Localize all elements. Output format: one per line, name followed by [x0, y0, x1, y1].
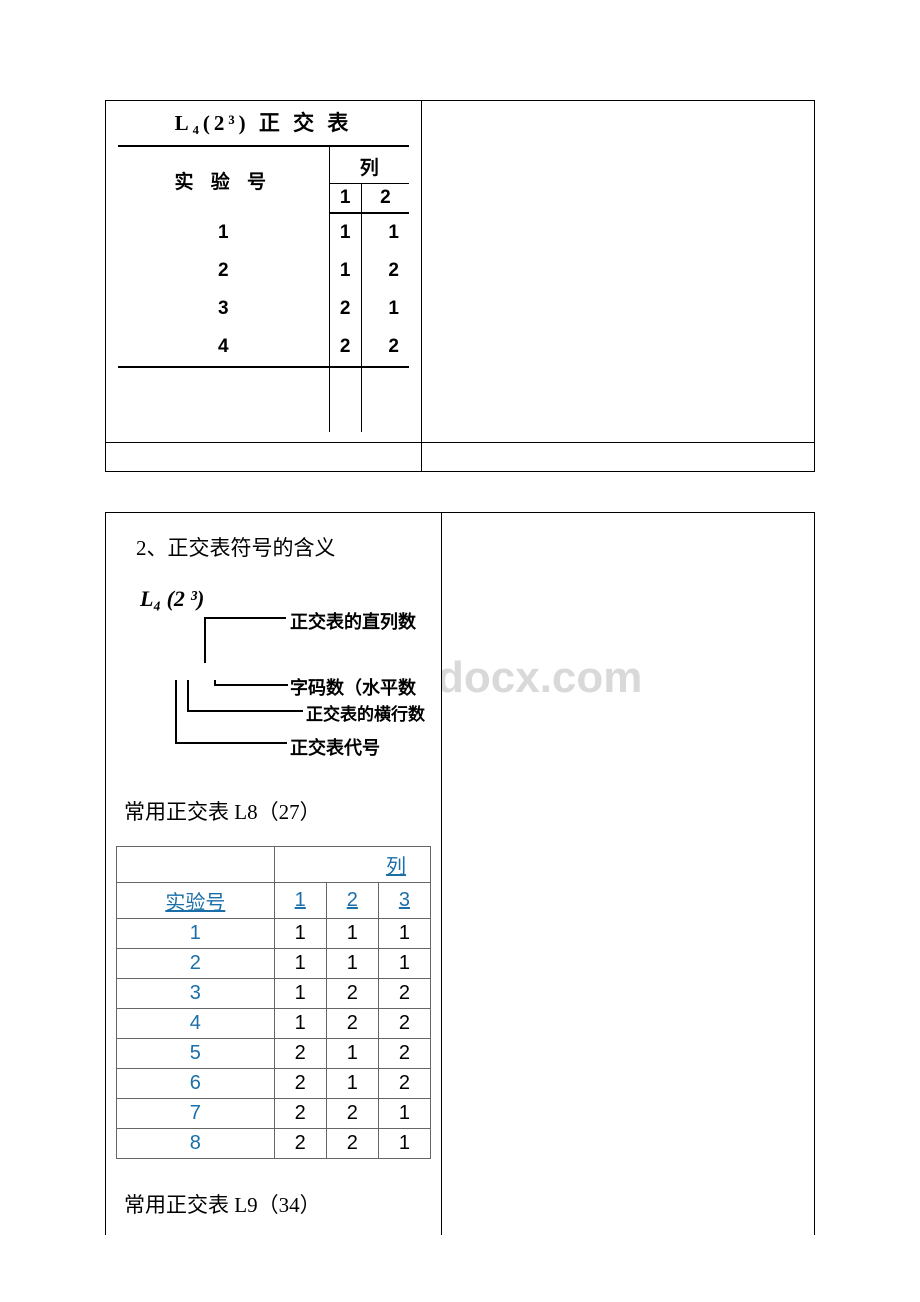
figure1-row-header: 实 验 号	[118, 146, 329, 213]
l8-r3-no: 3	[117, 979, 275, 1009]
document-page: L₄(2³) 正 交 表 实 验 号 列 1 2 1 1 1	[0, 0, 920, 1295]
figure1-r4-no: 4	[118, 328, 329, 367]
figure1-bottom-strip	[105, 443, 815, 472]
l8-r1-c3: 1	[378, 919, 430, 949]
figure1-table: 实 验 号 列 1 2 1 1 1 2 1 2	[118, 145, 409, 432]
section2-row: 2、正交表符号的含义 L₄ (2 ³) 正交表的直列数 字码数（水平数 正交表的…	[105, 512, 815, 1235]
l8-r2-c2: 1	[326, 949, 378, 979]
figure1-r2-c2: 2	[361, 252, 409, 290]
l8-r3-c2: 2	[326, 979, 378, 1009]
l8-r6-c2: 1	[326, 1069, 378, 1099]
l8-r7-no: 7	[117, 1099, 275, 1129]
figure1-row: L₄(2³) 正 交 表 实 验 号 列 1 2 1 1 1	[105, 100, 815, 443]
l8-row-header: 实验号	[117, 883, 275, 919]
l8-table: 列 实验号 1 2 3 1 1 1 1 2 1 1	[116, 846, 431, 1159]
watermark-text: docx.com	[442, 653, 642, 703]
l8-r3-c3: 2	[378, 979, 430, 1009]
notation-code-label: 正交表代号	[290, 734, 380, 760]
l8-r4-no: 4	[117, 1009, 275, 1039]
l8-r4-c1: 1	[274, 1009, 326, 1039]
l8-r3-c1: 1	[274, 979, 326, 1009]
l8-col-header: 列	[274, 847, 430, 883]
notation-levels-label: 字码数（水平数	[290, 674, 416, 700]
l8-r6-c3: 2	[378, 1069, 430, 1099]
l8-r5-c2: 1	[326, 1039, 378, 1069]
figure1-col-header: 列	[329, 146, 409, 184]
figure1-r1-c1: 1	[329, 213, 361, 252]
l8-r5-no: 5	[117, 1039, 275, 1069]
section2-right-cell: docx.com	[442, 513, 814, 1235]
figure1-r1-c2: 1	[361, 213, 409, 252]
l8-r5-c1: 2	[274, 1039, 326, 1069]
l8-r8-c2: 2	[326, 1129, 378, 1159]
section2-heading: 2、正交表符号的含义	[136, 532, 431, 562]
l8-col3: 3	[378, 883, 430, 919]
l9-title: 常用正交表 L9（34）	[124, 1189, 431, 1219]
figure1-title: L₄(2³) 正 交 表	[118, 107, 409, 137]
figure1-col1-label: 1	[329, 184, 361, 214]
l8-r2-c3: 1	[378, 949, 430, 979]
l8-r8-c3: 1	[378, 1129, 430, 1159]
figure1-r1-no: 1	[118, 213, 329, 252]
figure1-left-cell: L₄(2³) 正 交 表 实 验 号 列 1 2 1 1 1	[105, 100, 422, 443]
l8-r7-c3: 1	[378, 1099, 430, 1129]
l8-r8-no: 8	[117, 1129, 275, 1159]
l8-r4-c3: 2	[378, 1009, 430, 1039]
figure1-r3-c1: 2	[329, 290, 361, 328]
l8-r6-c1: 2	[274, 1069, 326, 1099]
l8-r2-no: 2	[117, 949, 275, 979]
section2-left-cell: 2、正交表符号的含义 L₄ (2 ³) 正交表的直列数 字码数（水平数 正交表的…	[106, 513, 442, 1235]
figure1-r3-c2: 1	[361, 290, 409, 328]
l8-col2: 2	[326, 883, 378, 919]
l8-r1-no: 1	[117, 919, 275, 949]
figure1-r2-c1: 1	[329, 252, 361, 290]
figure1-col2-label: 2	[361, 184, 409, 214]
notation-rows-label: 正交表的横行数	[306, 700, 425, 725]
l8-r6-no: 6	[117, 1069, 275, 1099]
figure1-right-empty-cell	[422, 100, 815, 443]
l8-r7-c1: 2	[274, 1099, 326, 1129]
figure1-r4-c2: 2	[361, 328, 409, 367]
figure1-r3-no: 3	[118, 290, 329, 328]
l8-col1: 1	[274, 883, 326, 919]
notation-columns-label: 正交表的直列数	[290, 608, 416, 634]
notation-diagram: L₄ (2 ³) 正交表的直列数 字码数（水平数 正交表的横行数 正交表代号	[140, 586, 431, 766]
l8-r1-c2: 1	[326, 919, 378, 949]
l8-r2-c1: 1	[274, 949, 326, 979]
l8-r1-c1: 1	[274, 919, 326, 949]
figure1-r2-no: 2	[118, 252, 329, 290]
figure1-content: L₄(2³) 正 交 表 实 验 号 列 1 2 1 1 1	[106, 101, 421, 442]
l8-r8-c1: 2	[274, 1129, 326, 1159]
l8-r5-c3: 2	[378, 1039, 430, 1069]
figure1-r4-c1: 2	[329, 328, 361, 367]
l8-r4-c2: 2	[326, 1009, 378, 1039]
l8-r7-c2: 2	[326, 1099, 378, 1129]
l8-title: 常用正交表 L8（27）	[124, 796, 431, 826]
